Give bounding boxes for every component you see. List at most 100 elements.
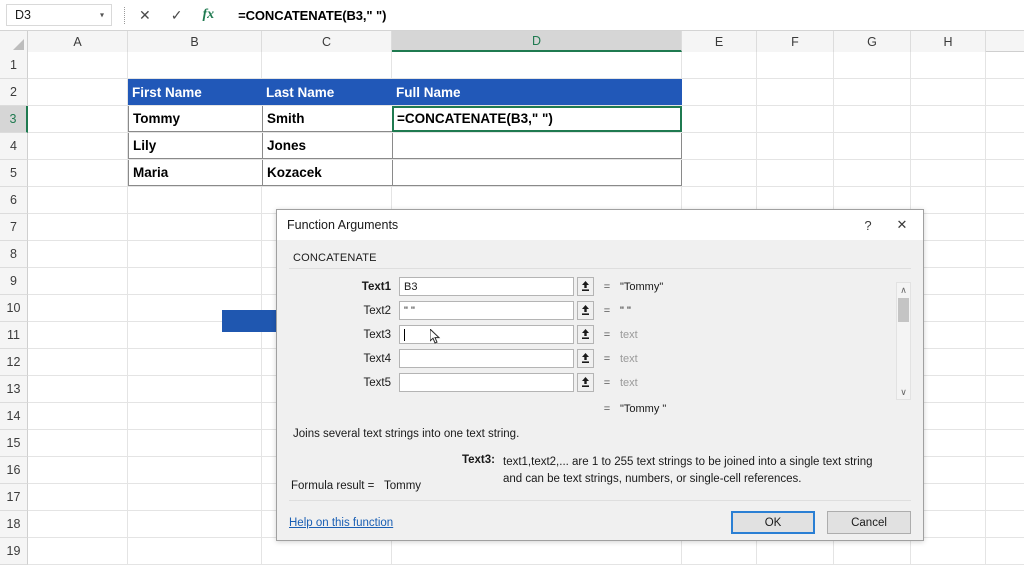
row-header-2[interactable]: 2 bbox=[0, 79, 28, 106]
help-icon[interactable]: ? bbox=[851, 211, 885, 239]
collapse-dialog-icon[interactable] bbox=[577, 349, 594, 368]
argument-input-text3[interactable] bbox=[399, 325, 574, 344]
cell-C5[interactable]: Kozacek bbox=[262, 160, 392, 186]
cell-B19[interactable] bbox=[128, 538, 262, 564]
cell-A11[interactable] bbox=[28, 322, 128, 348]
cell-D5[interactable] bbox=[392, 160, 682, 186]
cell-H2[interactable] bbox=[911, 79, 986, 105]
collapse-dialog-icon[interactable] bbox=[577, 325, 594, 344]
close-icon[interactable]: ✕ bbox=[885, 211, 919, 239]
cell-A7[interactable] bbox=[28, 214, 128, 240]
cell-F2[interactable] bbox=[757, 79, 834, 105]
help-on-this-function-link[interactable]: Help on this function bbox=[289, 517, 393, 529]
column-header-f[interactable]: F bbox=[757, 31, 834, 52]
argument-input-text5[interactable] bbox=[399, 373, 574, 392]
cell-F5[interactable] bbox=[757, 160, 834, 186]
chevron-down-icon[interactable]: ▾ bbox=[100, 11, 104, 20]
cell-A1[interactable] bbox=[28, 52, 128, 78]
cell-B15[interactable] bbox=[128, 430, 262, 456]
check-icon[interactable]: ✓ bbox=[171, 8, 183, 22]
cell-A6[interactable] bbox=[28, 187, 128, 213]
collapse-dialog-icon[interactable] bbox=[577, 277, 594, 296]
row-header-5[interactable]: 5 bbox=[0, 160, 28, 187]
column-header-a[interactable]: A bbox=[28, 31, 128, 52]
collapse-dialog-icon[interactable] bbox=[577, 301, 594, 320]
cell-E1[interactable] bbox=[682, 52, 757, 78]
row-header-15[interactable]: 15 bbox=[0, 430, 28, 457]
cell-B18[interactable] bbox=[128, 511, 262, 537]
cell-C2[interactable]: Last Name bbox=[262, 79, 392, 105]
cell-H5[interactable] bbox=[911, 160, 986, 186]
row-header-11[interactable]: 11 bbox=[0, 322, 28, 349]
cell-H3[interactable] bbox=[911, 106, 986, 132]
row-header-3[interactable]: 3 bbox=[0, 106, 28, 133]
row-header-9[interactable]: 9 bbox=[0, 268, 28, 295]
cell-B6[interactable] bbox=[128, 187, 262, 213]
column-header-b[interactable]: B bbox=[128, 31, 262, 52]
cell-A19[interactable] bbox=[28, 538, 128, 564]
fx-icon[interactable]: fx bbox=[202, 8, 214, 22]
row-header-13[interactable]: 13 bbox=[0, 376, 28, 403]
column-header-d[interactable]: D bbox=[392, 31, 682, 52]
cell-H1[interactable] bbox=[911, 52, 986, 78]
name-box[interactable]: D3 ▾ bbox=[6, 4, 112, 26]
argument-input-text4[interactable] bbox=[399, 349, 574, 368]
cell-A18[interactable] bbox=[28, 511, 128, 537]
cell-A10[interactable] bbox=[28, 295, 128, 321]
chevron-down-icon[interactable]: ∨ bbox=[897, 385, 910, 399]
cell-A3[interactable] bbox=[28, 106, 128, 132]
row-header-17[interactable]: 17 bbox=[0, 484, 28, 511]
row-header-1[interactable]: 1 bbox=[0, 52, 28, 79]
cell-E2[interactable] bbox=[682, 79, 757, 105]
cell-C1[interactable] bbox=[262, 52, 392, 78]
cell-G4[interactable] bbox=[834, 133, 911, 159]
cell-B14[interactable] bbox=[128, 403, 262, 429]
cell-A15[interactable] bbox=[28, 430, 128, 456]
cell-G5[interactable] bbox=[834, 160, 911, 186]
cell-A9[interactable] bbox=[28, 268, 128, 294]
cell-D4[interactable] bbox=[392, 133, 682, 159]
cell-G1[interactable] bbox=[834, 52, 911, 78]
row-header-8[interactable]: 8 bbox=[0, 241, 28, 268]
cell-D3[interactable]: =CONCATENATE(B3," ") bbox=[392, 106, 682, 132]
cell-B3[interactable]: Tommy bbox=[128, 106, 262, 132]
cell-A14[interactable] bbox=[28, 403, 128, 429]
cell-D1[interactable] bbox=[392, 52, 682, 78]
row-header-12[interactable]: 12 bbox=[0, 349, 28, 376]
cell-G2[interactable] bbox=[834, 79, 911, 105]
row-header-4[interactable]: 4 bbox=[0, 133, 28, 160]
argument-input-text2[interactable]: " " bbox=[399, 301, 574, 320]
cell-C4[interactable]: Jones bbox=[262, 133, 392, 159]
cell-E5[interactable] bbox=[682, 160, 757, 186]
cell-F1[interactable] bbox=[757, 52, 834, 78]
cell-F4[interactable] bbox=[757, 133, 834, 159]
cell-A2[interactable] bbox=[28, 79, 128, 105]
cell-D2[interactable]: Full Name bbox=[392, 79, 682, 105]
cell-A5[interactable] bbox=[28, 160, 128, 186]
column-header-h[interactable]: H bbox=[911, 31, 986, 52]
cell-B4[interactable]: Lily bbox=[128, 133, 262, 159]
cell-H4[interactable] bbox=[911, 133, 986, 159]
ok-button[interactable]: OK bbox=[731, 511, 815, 534]
cell-C3[interactable]: Smith bbox=[262, 106, 392, 132]
argument-input-text1[interactable]: B3 bbox=[399, 277, 574, 296]
cell-B7[interactable] bbox=[128, 214, 262, 240]
row-header-10[interactable]: 10 bbox=[0, 295, 28, 322]
cell-F3[interactable] bbox=[757, 106, 834, 132]
cancel-button[interactable]: Cancel bbox=[827, 511, 911, 534]
argument-scrollbar[interactable]: ∧ ∨ bbox=[896, 282, 911, 400]
cell-G3[interactable] bbox=[834, 106, 911, 132]
cell-B16[interactable] bbox=[128, 457, 262, 483]
cell-B17[interactable] bbox=[128, 484, 262, 510]
scrollbar-thumb[interactable] bbox=[898, 298, 909, 322]
select-all-corner[interactable] bbox=[0, 31, 28, 52]
column-header-g[interactable]: G bbox=[834, 31, 911, 52]
cell-B1[interactable] bbox=[128, 52, 262, 78]
row-header-7[interactable]: 7 bbox=[0, 214, 28, 241]
cell-A12[interactable] bbox=[28, 349, 128, 375]
row-header-18[interactable]: 18 bbox=[0, 511, 28, 538]
cell-A4[interactable] bbox=[28, 133, 128, 159]
collapse-dialog-icon[interactable] bbox=[577, 373, 594, 392]
cell-E4[interactable] bbox=[682, 133, 757, 159]
column-header-e[interactable]: E bbox=[682, 31, 757, 52]
